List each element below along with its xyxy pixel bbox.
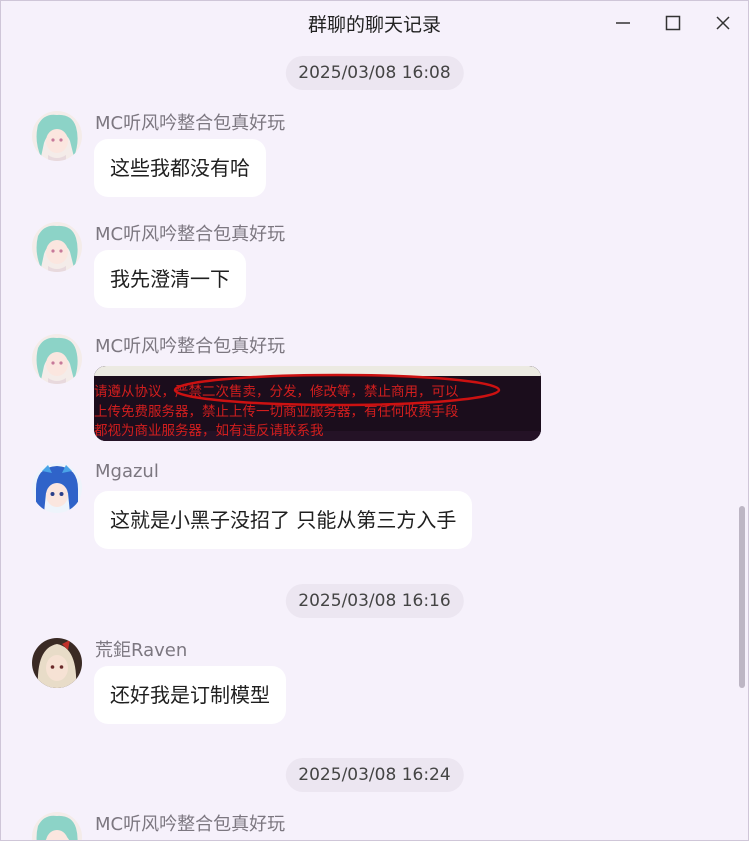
image-text-line: 请遵从协议，严禁二次售卖，分发，修改等，禁止商用，可以 xyxy=(94,383,459,400)
avatar[interactable] xyxy=(32,812,82,840)
image-message[interactable]: 请遵从协议，严禁二次售卖，分发，修改等，禁止商用，可以 上传免费服务器，禁止上传… xyxy=(94,366,541,441)
sender-name: MC听风吟整合包真好玩 xyxy=(95,224,286,245)
maximize-icon xyxy=(665,15,681,31)
avatar[interactable] xyxy=(32,463,82,513)
close-button[interactable] xyxy=(698,1,748,45)
maximize-button[interactable] xyxy=(648,1,698,45)
close-icon xyxy=(716,16,730,30)
message-bubble[interactable]: 这就是小黑子没招了 只能从第三方入手 xyxy=(94,491,473,549)
scrollbar-thumb[interactable] xyxy=(739,506,745,688)
window-controls xyxy=(598,1,748,45)
chat-history-window: 群聊的聊天记录 2025/03/08 16:08 MC听风吟整合包真好玩 这些我… xyxy=(0,0,749,841)
image-text-line: 都视为商业服务器，如有违反请联系我 xyxy=(94,423,324,439)
minimize-button[interactable] xyxy=(598,1,648,45)
minimize-icon xyxy=(616,22,630,24)
avatar[interactable] xyxy=(32,222,82,272)
timestamp-divider: 2025/03/08 16:16 xyxy=(285,584,464,618)
avatar[interactable] xyxy=(32,334,82,384)
message-bubble[interactable]: 还好我是订制模型 xyxy=(94,666,286,724)
image-text-line: 上传免费服务器，禁止上传一切商业服务器，有任何收费手段 xyxy=(94,404,459,420)
message-bubble[interactable]: 这些我都没有哈 xyxy=(94,139,266,197)
message-bubble[interactable]: 我先澄清一下 xyxy=(94,250,246,308)
timestamp-divider: 2025/03/08 16:24 xyxy=(285,758,464,792)
sender-name: 荒鉅Raven xyxy=(95,640,188,661)
sender-name: MC听风吟整合包真好玩 xyxy=(95,113,286,134)
sender-name: MC听风吟整合包真好玩 xyxy=(95,336,286,357)
avatar[interactable] xyxy=(32,638,82,688)
title-bar[interactable]: 群聊的聊天记录 xyxy=(1,1,748,45)
sender-name: MC听风吟整合包真好玩 xyxy=(95,814,286,835)
avatar[interactable] xyxy=(32,111,82,161)
window-title: 群聊的聊天记录 xyxy=(307,13,441,36)
sender-name: Mgazul xyxy=(95,461,159,482)
timestamp-divider: 2025/03/08 16:08 xyxy=(285,56,464,90)
